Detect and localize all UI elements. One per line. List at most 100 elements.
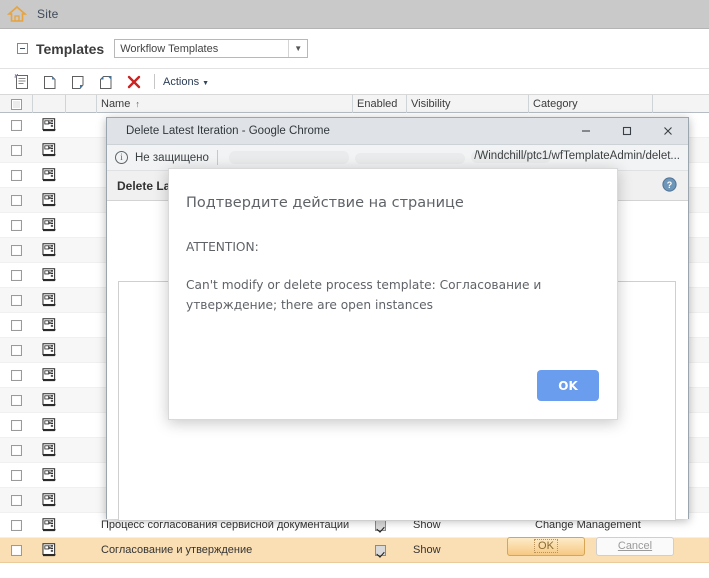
table-header-row: Name ↑ Enabled Visibility Category	[0, 95, 709, 113]
workflow-template-icon	[33, 438, 66, 463]
export-icon[interactable]	[93, 70, 118, 93]
row-select-cell[interactable]	[0, 138, 33, 163]
row-select-cell[interactable]	[0, 213, 33, 238]
row-checkbox[interactable]	[11, 219, 22, 231]
select-all-checkbox[interactable]	[10, 98, 22, 110]
row-checkbox[interactable]	[11, 194, 22, 206]
row-checkbox[interactable]	[11, 294, 22, 306]
page-title: Templates	[36, 40, 105, 57]
template-type-select[interactable]: Workflow Templates ▼	[114, 39, 309, 58]
row-select-cell[interactable]	[0, 188, 33, 213]
chrome-title-bar[interactable]: Delete Latest Iteration - Google Chrome	[107, 118, 688, 145]
confirm-dialog-body: ATTENTION: Can't modify or delete proces…	[186, 237, 586, 315]
column-header-extra	[653, 95, 709, 113]
row-spacer-cell	[66, 463, 97, 488]
row-select-cell[interactable]	[0, 438, 33, 463]
row-checkbox[interactable]	[11, 119, 22, 131]
template-type-select-value: Workflow Templates	[120, 42, 219, 55]
row-spacer-cell	[66, 263, 97, 288]
row-select-cell[interactable]	[0, 363, 33, 388]
security-status-label: Не защищено	[135, 151, 209, 164]
row-spacer-cell	[66, 113, 97, 138]
column-header-visibility[interactable]: Visibility	[407, 95, 529, 113]
row-spacer-cell	[66, 238, 97, 263]
row-select-cell[interactable]	[0, 113, 33, 138]
table-toolbar: Actions ▼	[0, 68, 709, 95]
windchill-ok-button[interactable]: OK	[507, 536, 585, 556]
row-checkbox[interactable]	[11, 269, 22, 281]
workflow-template-icon	[33, 463, 66, 488]
select-all-header[interactable]	[0, 95, 33, 113]
windchill-cancel-label: Cancel	[617, 540, 653, 552]
row-spacer-cell	[66, 313, 97, 338]
window-controls	[565, 118, 688, 145]
workflow-template-icon	[33, 238, 66, 263]
row-checkbox[interactable]	[11, 519, 22, 531]
windchill-footer-buttons: OK Cancel	[107, 526, 688, 566]
caret-down-icon: ▼	[202, 80, 210, 87]
row-select-cell[interactable]	[0, 238, 33, 263]
row-select-cell[interactable]	[0, 288, 33, 313]
row-checkbox[interactable]	[11, 419, 22, 431]
column-header-enabled[interactable]: Enabled	[353, 95, 407, 113]
row-checkbox[interactable]	[11, 369, 22, 381]
row-select-cell[interactable]	[0, 538, 33, 563]
delete-icon[interactable]	[121, 70, 146, 93]
workflow-template-icon	[33, 338, 66, 363]
windchill-page-title: Delete La	[117, 178, 171, 193]
info-circle-icon[interactable]: i	[115, 151, 128, 164]
workflow-template-icon	[33, 538, 66, 563]
row-select-cell[interactable]	[0, 338, 33, 363]
workflow-template-icon	[33, 313, 66, 338]
help-question-icon[interactable]: ?	[662, 176, 677, 195]
windchill-cancel-button[interactable]: Cancel	[596, 536, 674, 556]
row-checkbox[interactable]	[11, 319, 22, 331]
row-spacer-cell	[66, 388, 97, 413]
svg-text:?: ?	[667, 180, 673, 190]
row-checkbox[interactable]	[11, 444, 22, 456]
column-header-name[interactable]: Name ↑	[97, 95, 353, 113]
actions-menu-button[interactable]: Actions ▼	[163, 76, 209, 88]
row-select-cell[interactable]	[0, 413, 33, 438]
import-icon[interactable]	[65, 70, 90, 93]
column-header-name-label: Name	[101, 98, 131, 110]
row-select-cell[interactable]	[0, 163, 33, 188]
row-checkbox[interactable]	[11, 144, 22, 156]
row-checkbox[interactable]	[11, 344, 22, 356]
row-select-cell[interactable]	[0, 313, 33, 338]
sort-ascending-icon: ↑	[135, 99, 140, 109]
column-header-category[interactable]: Category	[529, 95, 653, 113]
confirm-dialog-heading: Подтвердите действие на странице	[186, 195, 464, 211]
row-spacer-cell	[66, 488, 97, 513]
row-select-cell[interactable]	[0, 388, 33, 413]
row-spacer-cell	[66, 213, 97, 238]
row-select-cell[interactable]	[0, 463, 33, 488]
minimize-icon[interactable]	[565, 118, 606, 145]
row-checkbox[interactable]	[11, 169, 22, 181]
site-breadcrumb-label[interactable]: Site	[37, 7, 58, 21]
workflow-template-icon	[33, 513, 66, 538]
row-checkbox[interactable]	[11, 494, 22, 506]
row-select-cell[interactable]	[0, 263, 33, 288]
spacer-column-header	[66, 95, 97, 113]
row-checkbox[interactable]	[11, 394, 22, 406]
chevron-down-icon[interactable]: ▼	[288, 40, 307, 57]
address-bar-divider	[216, 150, 218, 165]
new-document-icon[interactable]	[37, 70, 62, 93]
javascript-confirm-dialog: Подтвердите действие на странице ATTENTI…	[168, 168, 618, 420]
confirm-dialog-ok-button[interactable]: OK	[537, 370, 599, 401]
row-checkbox[interactable]	[11, 469, 22, 481]
row-checkbox[interactable]	[11, 244, 22, 256]
collapse-minus-icon[interactable]	[17, 43, 28, 54]
new-workflow-template-icon[interactable]	[9, 70, 34, 93]
row-select-cell[interactable]	[0, 488, 33, 513]
close-icon[interactable]	[647, 118, 688, 145]
workflow-template-icon	[33, 488, 66, 513]
workflow-template-icon	[33, 213, 66, 238]
row-checkbox[interactable]	[11, 544, 22, 556]
home-icon[interactable]	[6, 4, 28, 24]
maximize-icon[interactable]	[606, 118, 647, 145]
confirm-dialog-message: Can't modify or delete process template:…	[186, 278, 542, 312]
icon-column-header	[33, 95, 66, 113]
row-select-cell[interactable]	[0, 513, 33, 538]
